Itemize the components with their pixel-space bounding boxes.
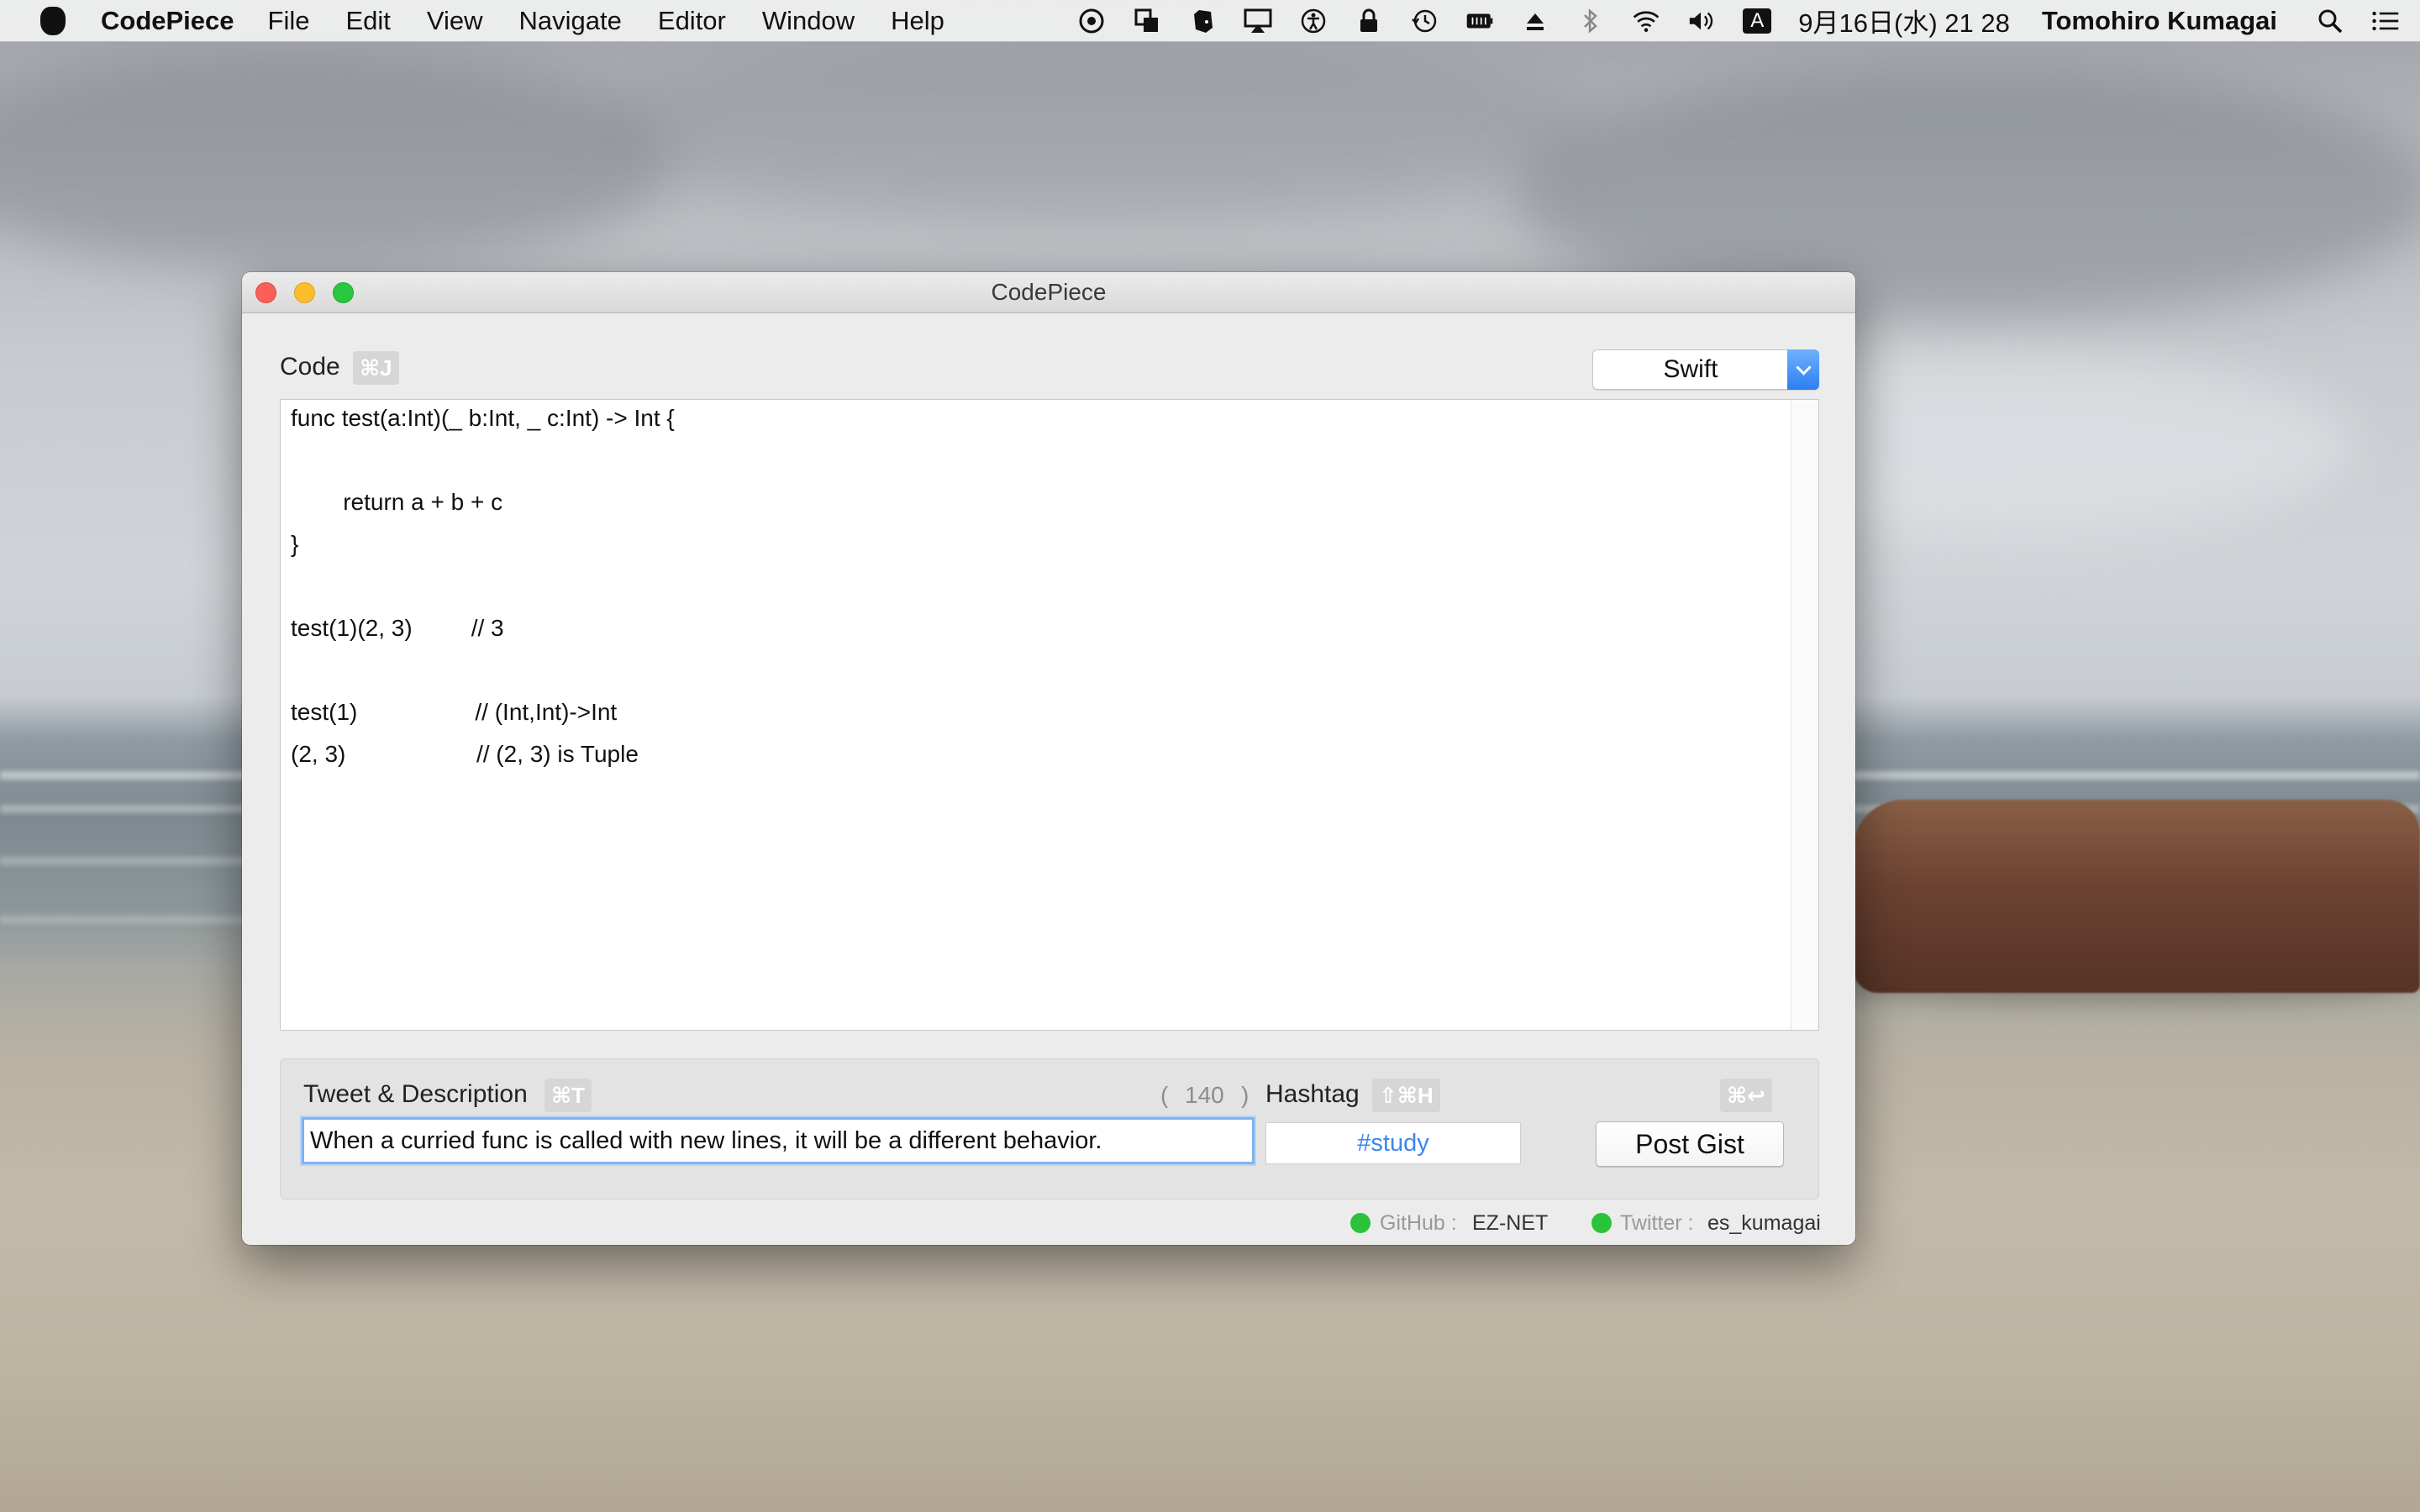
code-line: return a + b + c bbox=[291, 489, 503, 515]
tweet-description-input[interactable]: When a curried func is called with new l… bbox=[302, 1117, 1255, 1164]
accessibility-icon[interactable] bbox=[1299, 8, 1328, 34]
tweet-label: Tweet & Description bbox=[303, 1080, 528, 1108]
input-source-icon[interactable]: A bbox=[1743, 8, 1772, 34]
airplay-icon[interactable] bbox=[1244, 8, 1272, 34]
github-status-label: GitHub : bbox=[1380, 1211, 1457, 1235]
code-label: Code bbox=[280, 353, 340, 381]
char-count-close: ) bbox=[1241, 1082, 1249, 1108]
evernote-icon[interactable] bbox=[1188, 8, 1217, 34]
char-count-open: ( bbox=[1160, 1082, 1169, 1108]
language-select-value: Swift bbox=[1663, 355, 1718, 383]
twitter-account[interactable]: es_kumagai bbox=[1707, 1211, 1821, 1236]
code-line: } bbox=[291, 531, 299, 557]
volume-icon[interactable] bbox=[1687, 8, 1716, 34]
spotlight-search-icon[interactable] bbox=[2316, 8, 2344, 34]
menubar-user[interactable]: Tomohiro Kumagai bbox=[2042, 6, 2277, 36]
rocks bbox=[1853, 800, 2420, 993]
language-select[interactable]: Swift bbox=[1592, 349, 1819, 390]
app-menu[interactable]: CodePiece bbox=[101, 6, 234, 36]
twitter-status-icon bbox=[1591, 1213, 1612, 1233]
post-shortcut-badge: ⌘↩ bbox=[1720, 1079, 1772, 1112]
menu-file[interactable]: File bbox=[268, 6, 310, 36]
char-count: 140 bbox=[1185, 1082, 1224, 1108]
code-line: test(1) // (Int,Int)->Int bbox=[291, 699, 618, 725]
menu-editor[interactable]: Editor bbox=[658, 6, 726, 36]
notification-center-icon[interactable] bbox=[2371, 8, 2400, 34]
code-line: (2, 3) // (2, 3) is Tuple bbox=[291, 741, 639, 767]
window-title: CodePiece bbox=[991, 279, 1107, 305]
cloud bbox=[0, 50, 672, 269]
title-bar[interactable]: CodePiece bbox=[242, 272, 1855, 313]
github-account[interactable]: EZ-NET bbox=[1472, 1211, 1548, 1236]
hashtag-shortcut-badge: ⇧⌘H bbox=[1372, 1079, 1440, 1112]
menu-navigate[interactable]: Navigate bbox=[519, 6, 622, 36]
editor-scrollbar[interactable] bbox=[1791, 400, 1818, 1030]
apple-menu-icon[interactable] bbox=[40, 6, 66, 35]
wifi-icon[interactable] bbox=[1632, 8, 1660, 34]
sync-status-icon[interactable] bbox=[1077, 8, 1106, 34]
tweet-shortcut-badge: ⌘T bbox=[544, 1079, 592, 1112]
chevron-down-icon bbox=[1787, 349, 1819, 390]
code-editor[interactable]: func test(a:Int)(_ b:Int, _ c:Int) -> In… bbox=[280, 399, 1819, 1031]
hashtag-label: Hashtag bbox=[1265, 1080, 1360, 1108]
menu-edit[interactable]: Edit bbox=[345, 6, 390, 36]
twitter-status-label: Twitter : bbox=[1620, 1211, 1694, 1235]
menu-window[interactable]: Window bbox=[762, 6, 855, 36]
time-machine-icon[interactable] bbox=[1410, 8, 1439, 34]
code-line: test(1)(2, 3) // 3 bbox=[291, 615, 504, 641]
input-source-label: A bbox=[1743, 8, 1772, 34]
cloud bbox=[588, 34, 1597, 218]
eject-icon[interactable] bbox=[1521, 8, 1549, 34]
menubar-clock[interactable]: 9月16日(水) 21 28 bbox=[1798, 2, 2010, 39]
bluetooth-icon[interactable] bbox=[1576, 8, 1605, 34]
screen-mirror-icon[interactable] bbox=[1133, 8, 1161, 34]
menu-help[interactable]: Help bbox=[891, 6, 944, 36]
code-line: func test(a:Int)(_ b:Int, _ c:Int) -> In… bbox=[291, 405, 675, 431]
lock-icon[interactable] bbox=[1355, 8, 1383, 34]
menu-bar: CodePiece File Edit View Navigate Editor… bbox=[0, 0, 2420, 42]
battery-icon[interactable] bbox=[1465, 8, 1494, 34]
github-status-icon bbox=[1350, 1213, 1370, 1233]
code-shortcut-badge: ⌘J bbox=[353, 351, 399, 385]
menu-view[interactable]: View bbox=[427, 6, 483, 36]
hashtag-input[interactable]: #study bbox=[1265, 1122, 1521, 1164]
post-gist-button[interactable]: Post Gist bbox=[1596, 1121, 1784, 1167]
codepiece-window: CodePiece Code ⌘J Swift func test(a:Int)… bbox=[242, 272, 1855, 1245]
